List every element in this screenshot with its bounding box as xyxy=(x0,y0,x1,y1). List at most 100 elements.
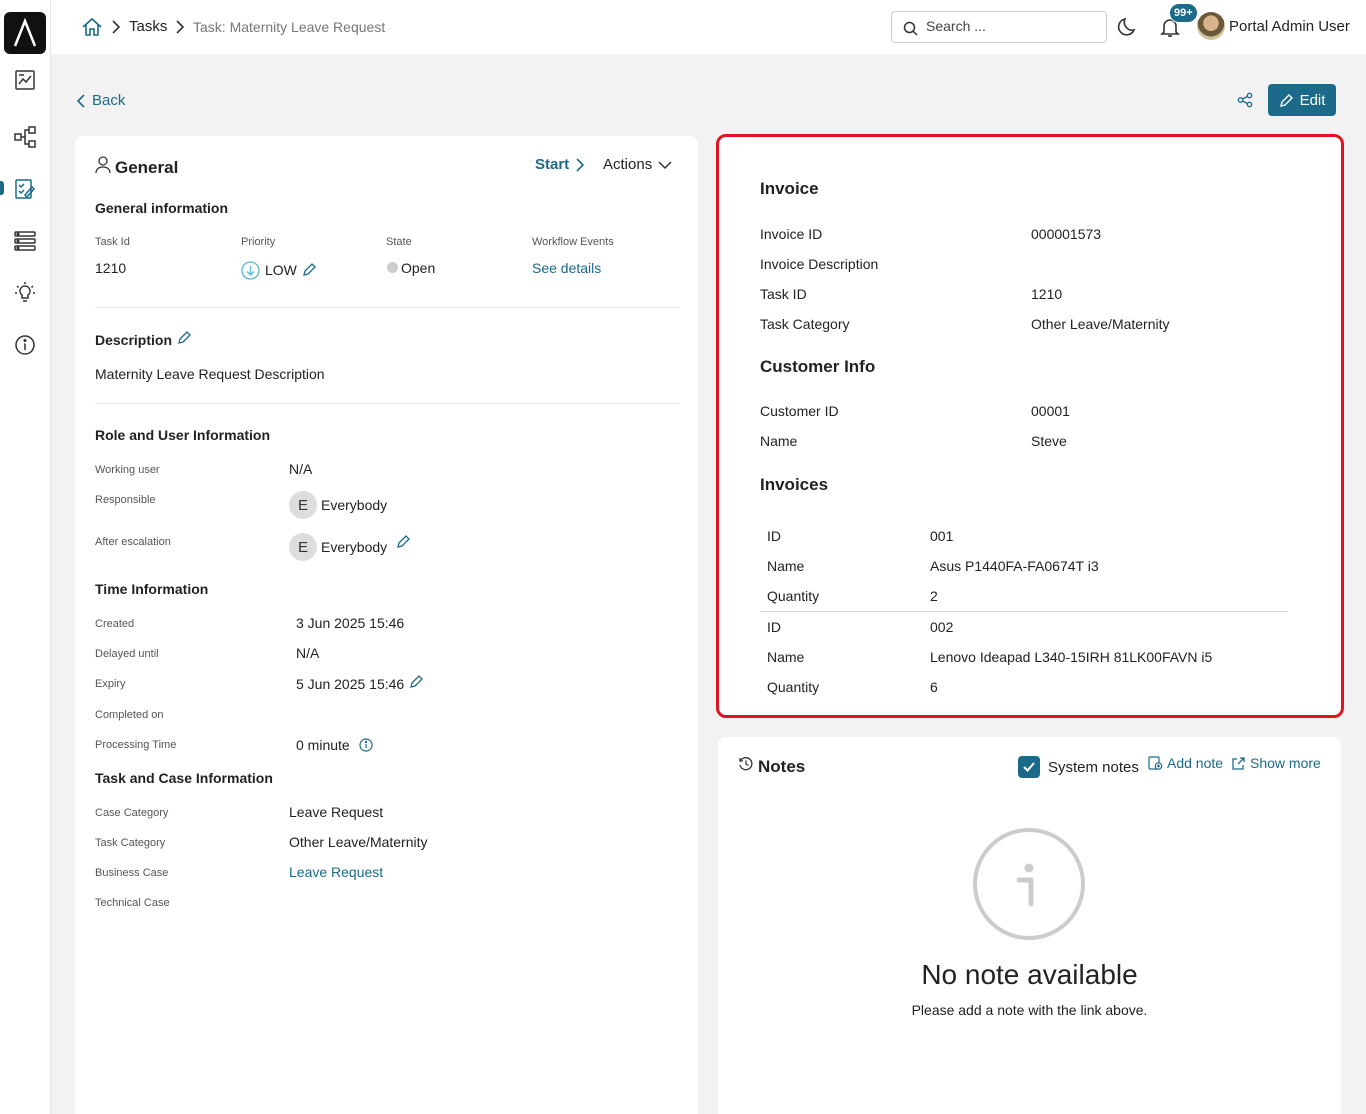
edit-escalation-icon[interactable] xyxy=(396,534,411,552)
general-title: General xyxy=(115,158,179,177)
delayed-value: N/A xyxy=(296,645,320,661)
back-label: Back xyxy=(92,92,126,109)
process-icon[interactable] xyxy=(13,125,37,149)
add-note-button[interactable]: Add note xyxy=(1147,755,1223,771)
task-id-value: 1210 xyxy=(95,260,127,276)
breadcrumb-current: Task: Maternity Leave Request xyxy=(193,19,386,35)
customer-name-value: Steve xyxy=(1031,433,1067,449)
notes-card: Notes System notes Add note Show more No… xyxy=(718,737,1341,1114)
business-case-label: Business Case xyxy=(95,867,169,879)
general-info-heading: General information xyxy=(95,200,229,216)
actions-label: Actions xyxy=(603,156,653,173)
responsible-label: Responsible xyxy=(95,494,156,506)
customer-name-label: Name xyxy=(760,433,798,449)
chevron-right-icon xyxy=(175,20,185,37)
share-icon[interactable] xyxy=(1237,92,1253,111)
workflow-events-label: Workflow Events xyxy=(532,236,614,248)
item-id-value: 001 xyxy=(930,528,954,544)
back-button[interactable]: Back xyxy=(76,92,125,109)
info-icon[interactable] xyxy=(359,738,373,755)
invoices-heading: Invoices xyxy=(760,475,829,494)
search-icon xyxy=(903,21,918,39)
start-button[interactable]: Start xyxy=(535,156,585,173)
dashboard-icon[interactable] xyxy=(13,68,37,92)
invoice-id-label: Invoice ID xyxy=(760,226,823,242)
invoice-card: Invoice Invoice ID 000001573 Invoice Des… xyxy=(716,134,1344,718)
show-more-label: Show more xyxy=(1250,755,1321,771)
idea-icon[interactable] xyxy=(13,281,37,305)
home-icon[interactable] xyxy=(81,16,103,41)
user-icon xyxy=(95,156,111,177)
chevron-right-icon xyxy=(111,20,121,37)
item-quantity-value: 2 xyxy=(930,588,938,604)
empty-info-icon xyxy=(973,828,1085,940)
chevron-left-icon xyxy=(76,93,85,108)
edit-label: Edit xyxy=(1299,91,1326,109)
table-divider xyxy=(760,611,1288,612)
system-notes-checkbox[interactable] xyxy=(1018,756,1040,778)
invoice-task-id-label: Task ID xyxy=(760,286,807,302)
breadcrumb-tasks[interactable]: Tasks xyxy=(129,18,167,35)
general-card: General Start Actions General informatio… xyxy=(75,136,698,1114)
task-category-label: Task Category xyxy=(95,837,166,849)
item-quantity-value: 6 xyxy=(930,679,938,695)
invoice-task-category-value: Other Leave/Maternity xyxy=(1031,316,1170,332)
case-category-value: Leave Request xyxy=(289,804,384,820)
state-dot xyxy=(387,262,398,273)
processing-value: 0 minute xyxy=(296,737,350,753)
case-list-icon[interactable] xyxy=(13,229,37,253)
notes-title: Notes xyxy=(758,757,806,776)
moon-icon[interactable] xyxy=(1117,16,1139,41)
completed-label: Completed on xyxy=(95,709,164,721)
state-label: State xyxy=(386,236,412,248)
active-indicator xyxy=(0,181,4,195)
processing-label: Processing Time xyxy=(95,739,177,751)
user-name[interactable]: Portal Admin User xyxy=(1229,18,1350,35)
invoice-task-category-label: Task Category xyxy=(760,316,850,332)
technical-case-label: Technical Case xyxy=(95,897,170,909)
search-input[interactable] xyxy=(926,18,1096,34)
add-note-icon xyxy=(1148,756,1163,770)
show-more-button[interactable]: Show more xyxy=(1231,755,1321,771)
state-value: Open xyxy=(401,260,436,276)
invoice-description-label: Invoice Description xyxy=(760,256,879,272)
chevron-right-icon xyxy=(576,157,585,172)
item-id-label: ID xyxy=(767,619,781,635)
empty-hint: Please add a note with the link above. xyxy=(911,1002,1148,1018)
system-notes-label[interactable]: System notes xyxy=(1048,759,1139,776)
responsible-value: Everybody xyxy=(321,497,388,513)
start-label: Start xyxy=(535,156,570,173)
task-id-label: Task Id xyxy=(95,236,130,248)
search-box[interactable] xyxy=(891,11,1107,43)
edit-priority-icon[interactable] xyxy=(302,262,317,280)
case-category-label: Case Category xyxy=(95,807,169,819)
actions-dropdown[interactable]: Actions xyxy=(603,156,672,173)
logo-icon[interactable] xyxy=(4,12,46,54)
check-icon xyxy=(1023,762,1035,772)
divider xyxy=(95,403,679,404)
task-category-value: Other Leave/Maternity xyxy=(289,834,428,850)
empty-title: No note available xyxy=(921,959,1138,990)
see-details-link[interactable]: See details xyxy=(532,260,601,276)
edit-description-icon[interactable] xyxy=(177,330,192,348)
chevron-down-icon xyxy=(658,160,672,169)
priority-low-icon xyxy=(241,261,260,283)
add-note-label: Add note xyxy=(1167,755,1224,771)
item-quantity-label: Quantity xyxy=(767,679,820,695)
task-icon[interactable] xyxy=(13,177,37,201)
after-escalation-avatar: E xyxy=(289,533,317,561)
case-heading: Task and Case Information xyxy=(95,770,273,786)
history-icon xyxy=(738,756,754,775)
expiry-value: 5 Jun 2025 15:46 xyxy=(296,676,405,692)
created-label: Created xyxy=(95,618,135,630)
item-name-value: Lenovo Ideapad L340-15IRH 81LK00FAVN i5 xyxy=(930,649,1213,665)
info-icon[interactable] xyxy=(13,333,37,357)
edit-button[interactable]: Edit xyxy=(1268,84,1336,116)
edit-expiry-icon[interactable] xyxy=(409,674,424,692)
avatar[interactable] xyxy=(1197,12,1225,40)
business-case-link[interactable]: Leave Request xyxy=(289,864,383,880)
customer-id-value: 00001 xyxy=(1031,403,1070,419)
customer-id-label: Customer ID xyxy=(760,403,839,419)
item-id-label: ID xyxy=(767,528,781,544)
notification-badge: 99+ xyxy=(1169,3,1198,23)
